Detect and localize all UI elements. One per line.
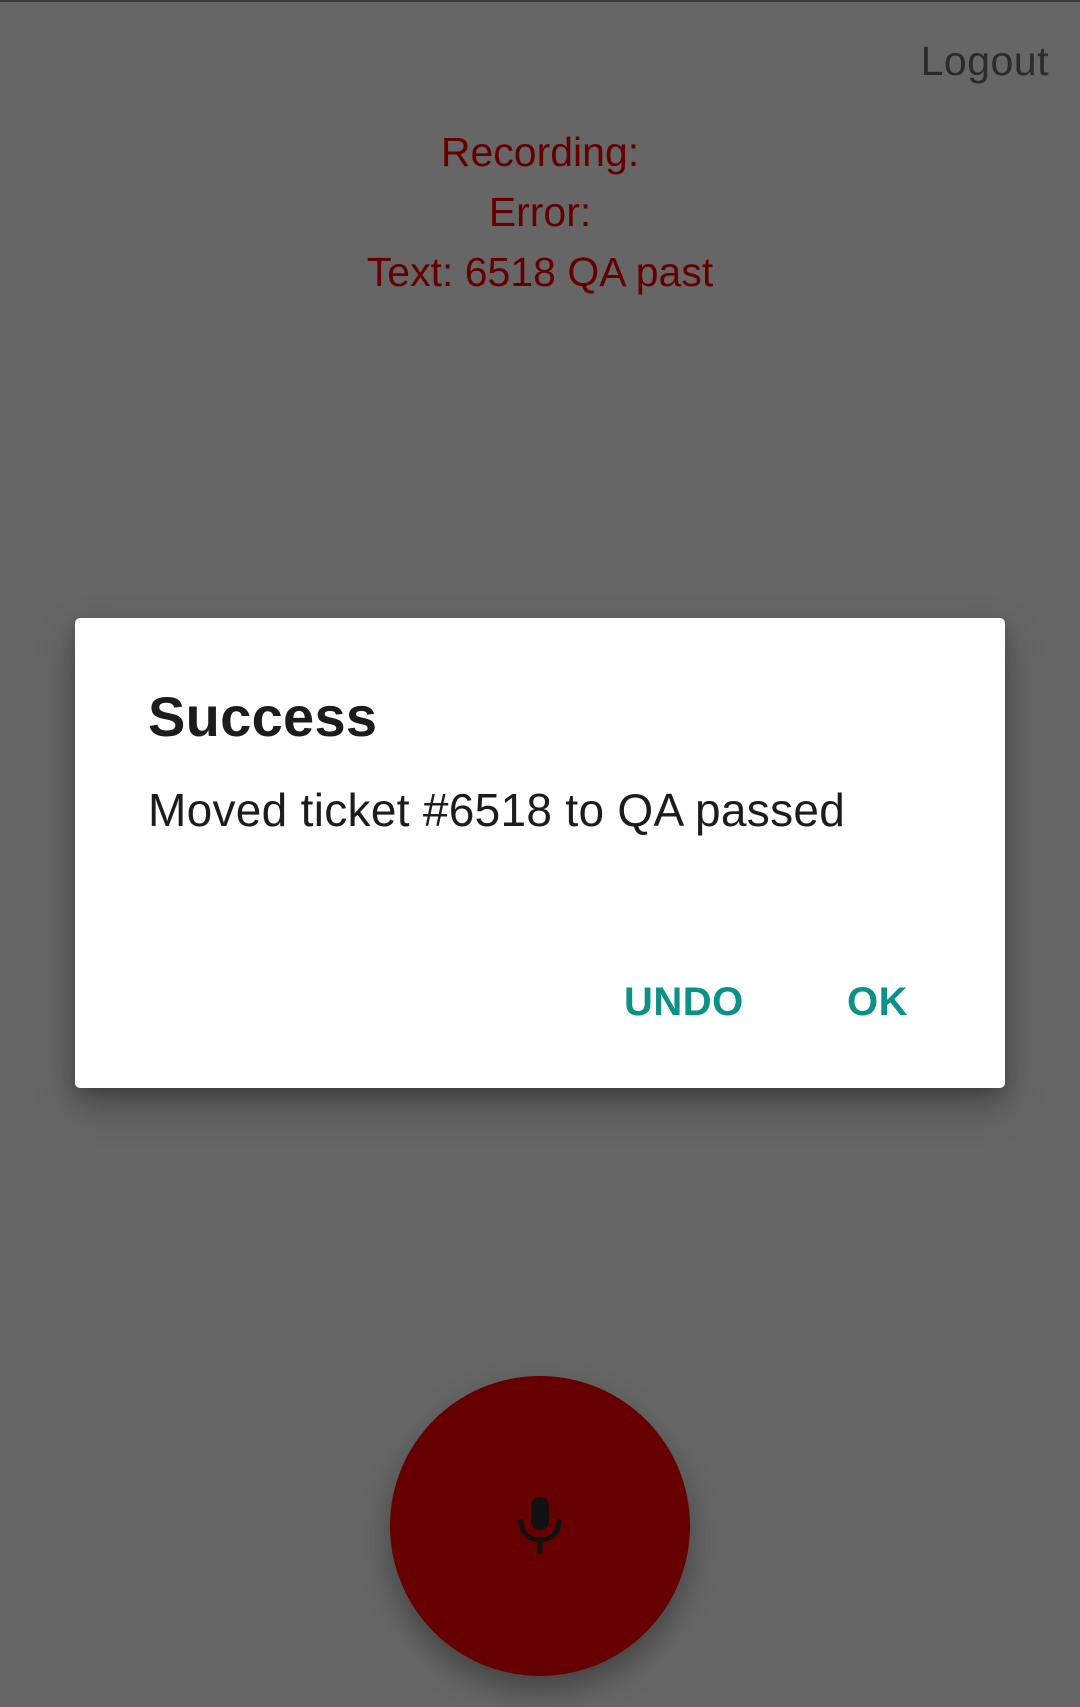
microphone-icon [518,1497,562,1554]
top-border [0,0,1080,2]
logout-button[interactable]: Logout [921,38,1049,85]
error-status: Error: [488,189,592,235]
record-button[interactable] [390,1376,690,1676]
success-dialog: Success Moved ticket #6518 to QA passed … [75,618,1005,1088]
recognized-text: Text: 6518 QA past [366,249,714,295]
dialog-title: Success [148,685,378,748]
recording-status: Recording: [440,129,640,175]
ok-button[interactable]: OK [847,980,908,1025]
dialog-message: Moved ticket #6518 to QA passed [148,784,846,836]
undo-button[interactable]: UNDO [624,980,744,1025]
status-block: Recording: Error: Text: 6518 QA past [0,122,1080,302]
